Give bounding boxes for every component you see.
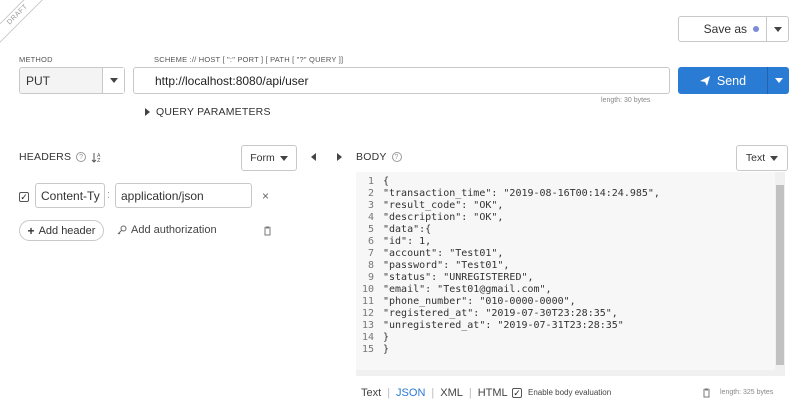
code-line: "password": "Test01", — [383, 260, 510, 271]
header-colon: : — [107, 189, 111, 201]
enable-body-evaluation-checkbox[interactable]: ✓ — [512, 388, 522, 398]
line-number: 7 — [367, 248, 374, 259]
line-number: 3 — [367, 200, 374, 211]
query-parameters-toggle[interactable]: QUERY PARAMETERS — [145, 106, 271, 118]
remove-header-icon[interactable]: × — [262, 189, 269, 203]
chevron-down-icon — [109, 78, 118, 83]
svg-text:Z: Z — [97, 158, 101, 163]
line-number: 15 — [361, 344, 374, 355]
format-html[interactable]: HTML — [478, 387, 508, 399]
chevron-down-icon — [774, 78, 783, 83]
headers-title-text: HEADERS — [19, 151, 72, 163]
draft-badge: DRAFT — [0, 0, 52, 49]
line-number: 2 — [367, 188, 374, 199]
editor-horizontal-scrollbar[interactable] — [356, 370, 775, 376]
code-line: "registered_at": "2019-07-30T23:28:35", — [383, 308, 618, 319]
add-header-label: Add header — [38, 224, 96, 237]
send-label: Send — [716, 73, 747, 88]
line-number: 14 — [361, 332, 374, 343]
headers-title: HEADERS ? AZ — [19, 151, 103, 163]
line-number: 11 — [361, 296, 374, 307]
code-line: } — [383, 344, 390, 355]
send-button[interactable]: Send — [678, 67, 789, 94]
line-number: 13 — [361, 320, 374, 331]
headers-mode-button[interactable]: Form — [241, 145, 297, 171]
add-authorization-link[interactable]: Add authorization — [117, 224, 217, 236]
body-mode-button[interactable]: Text — [736, 145, 788, 171]
code-line: "data":{ — [383, 224, 432, 235]
line-number: 6 — [367, 236, 374, 247]
code-line: "id": 1, — [383, 236, 432, 247]
method-select[interactable]: PUT — [19, 67, 125, 94]
header-enabled-checkbox[interactable]: ✓ — [19, 192, 29, 202]
help-icon[interactable]: ? — [76, 152, 87, 162]
body-title-text: BODY — [356, 151, 387, 163]
format-xml[interactable]: XML — [440, 387, 463, 399]
code-line: } — [383, 332, 390, 343]
line-number: 5 — [367, 224, 374, 235]
body-title: BODY ? — [356, 151, 402, 163]
method-value: PUT — [20, 68, 102, 93]
help-icon[interactable]: ? — [391, 152, 402, 162]
code-line: "account": "Test01", — [383, 248, 504, 259]
url-length: length: 30 bytes — [601, 97, 651, 104]
line-number: 12 — [361, 308, 374, 319]
chevron-down-icon — [279, 155, 288, 161]
line-number: 1 — [367, 176, 374, 187]
unsaved-dot — [753, 26, 759, 32]
save-as-dropdown[interactable] — [766, 17, 788, 41]
header-value-input[interactable]: application/json — [115, 183, 252, 208]
plus-icon: + — [27, 223, 35, 238]
chevron-down-icon — [773, 26, 782, 32]
scrollbar-thumb[interactable] — [776, 185, 784, 365]
line-number: 4 — [367, 212, 374, 223]
code-line: "transaction_time": "2019-08-16T00:14:24… — [383, 188, 660, 199]
send-icon — [699, 75, 710, 86]
code-line: "description": "OK", — [383, 212, 504, 223]
body-editor[interactable]: 1 {2 "transaction_time": "2019-08-16T00:14… — [356, 172, 785, 376]
body-mode-label: Text — [745, 152, 766, 164]
body-length: length: 325 bytes — [720, 389, 774, 396]
save-as-label: Save as — [703, 22, 747, 36]
expand-right-icon[interactable] — [337, 153, 342, 161]
method-label: METHOD — [19, 55, 53, 64]
headers-mode-label: Form — [250, 152, 275, 164]
key-icon — [117, 225, 127, 235]
chevron-right-icon — [145, 108, 150, 116]
url-input[interactable]: http://localhost:8080/api/user — [133, 67, 670, 94]
format-json[interactable]: JSON — [396, 387, 425, 399]
query-parameters-label: QUERY PARAMETERS — [156, 106, 271, 118]
code-line: "status": "UNREGISTERED", — [383, 272, 534, 283]
format-text[interactable]: Text — [361, 387, 381, 399]
body-format-bar: Text | JSON | XML | HTML — [361, 387, 508, 399]
line-number: 9 — [367, 272, 374, 283]
code-line: "email": "Test01@gmail.com", — [383, 284, 552, 295]
code-line: "unregistered_at": "2019-07-31T23:28:35" — [383, 320, 624, 331]
code-line: "result_code": "OK", — [383, 200, 504, 211]
trash-icon[interactable] — [263, 226, 272, 236]
code-line: "phone_number": "010-0000-0000", — [383, 296, 576, 307]
add-authorization-label: Add authorization — [131, 224, 217, 236]
code-line: { — [383, 176, 390, 187]
save-as-button[interactable]: Save as — [678, 16, 789, 42]
header-name-input[interactable]: Content-Ty — [35, 183, 105, 208]
sort-icon[interactable]: AZ — [91, 152, 103, 163]
enable-body-evaluation-label: Enable body evaluation — [528, 388, 612, 397]
line-number: 10 — [361, 284, 374, 295]
editor-vertical-scrollbar[interactable] — [775, 172, 785, 376]
send-dropdown[interactable] — [767, 67, 789, 94]
add-header-button[interactable]: + Add header — [19, 220, 104, 241]
line-number: 8 — [367, 260, 374, 271]
collapse-left-icon[interactable] — [311, 153, 316, 161]
method-dropdown[interactable] — [102, 68, 124, 93]
url-label: SCHEME :// HOST [ ":" PORT ] [ PATH [ "?… — [154, 55, 344, 64]
trash-icon[interactable] — [702, 388, 711, 398]
chevron-down-icon — [770, 155, 779, 161]
